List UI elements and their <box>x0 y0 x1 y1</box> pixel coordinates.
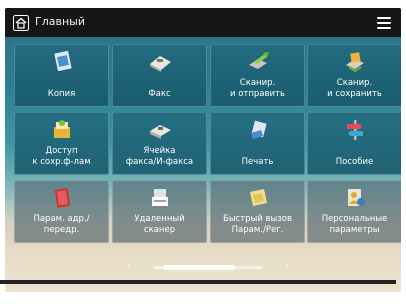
remote-scanner-icon <box>152 189 168 206</box>
tile-label: Факс <box>148 89 171 99</box>
tile-print[interactable]: Печать <box>210 112 305 175</box>
print-icon <box>251 120 267 139</box>
home-screen: Главный Копия Факс Сканир. и отправить С… <box>5 8 401 292</box>
tile-remote-scanner[interactable]: Удаленный сканер <box>112 180 207 243</box>
tile-tutorial[interactable]: Пособие <box>307 112 401 175</box>
page-scroll-thumb[interactable] <box>163 265 235 270</box>
tile-copy[interactable]: Копия <box>14 44 109 107</box>
tutorial-signpost-icon <box>347 120 363 140</box>
tile-label: Копия <box>47 89 76 99</box>
tile-scan-send[interactable]: Сканир. и отправить <box>210 44 305 107</box>
personal-settings-icon <box>348 189 365 206</box>
page-title: Главный <box>35 15 85 28</box>
tile-fax[interactable]: Факс <box>112 44 207 107</box>
tile-label: Персональные параметры <box>321 214 388 235</box>
tile-label: Пособие <box>335 157 374 167</box>
tile-label: Сканир. и отправить <box>229 78 286 99</box>
tile-label: Быстрый вызов Парам./Рег. <box>223 214 292 235</box>
quick-settings-icon <box>250 189 267 206</box>
tile-access-stored-files[interactable]: Доступ к сохр.ф-лам <box>14 112 109 175</box>
tile-label: Удаленный сканер <box>134 214 185 235</box>
chevron-right-icon[interactable]: › <box>281 260 293 274</box>
scan-and-store-icon <box>346 52 364 73</box>
page-indicator: ‹ › <box>5 260 401 276</box>
tile-fax-inbox[interactable]: Ячейка факса/И-факса <box>112 112 207 175</box>
home-icon[interactable] <box>13 15 29 31</box>
top-bar: Главный <box>5 8 401 37</box>
tile-personal-settings[interactable]: Персональные параметры <box>307 180 401 243</box>
tile-quick-settings[interactable]: Быстрый вызов Парам./Рег. <box>210 180 305 243</box>
hamburger-menu-icon[interactable] <box>374 14 394 31</box>
access-stored-files-icon <box>54 120 70 138</box>
fax-icon <box>150 56 171 72</box>
tile-label: Печать <box>241 157 274 167</box>
tile-scan-store[interactable]: Сканир. и сохранить <box>307 44 401 107</box>
fax-inbox-icon <box>150 125 171 139</box>
copy-icon <box>54 50 72 72</box>
tile-label: Парам. адр./ передр. <box>33 214 90 235</box>
scan-and-send-icon <box>249 52 269 69</box>
address-book-icon <box>54 188 71 208</box>
tile-label: Ячейка факса/И-факса <box>125 146 194 167</box>
chevron-left-icon[interactable]: ‹ <box>123 260 135 274</box>
tile-address-book[interactable]: Парам. адр./ передр. <box>14 180 109 243</box>
tile-label: Доступ к сохр.ф-лам <box>32 146 91 167</box>
tile-label: Сканир. и сохранить <box>327 78 382 99</box>
bottom-bar <box>0 280 396 284</box>
